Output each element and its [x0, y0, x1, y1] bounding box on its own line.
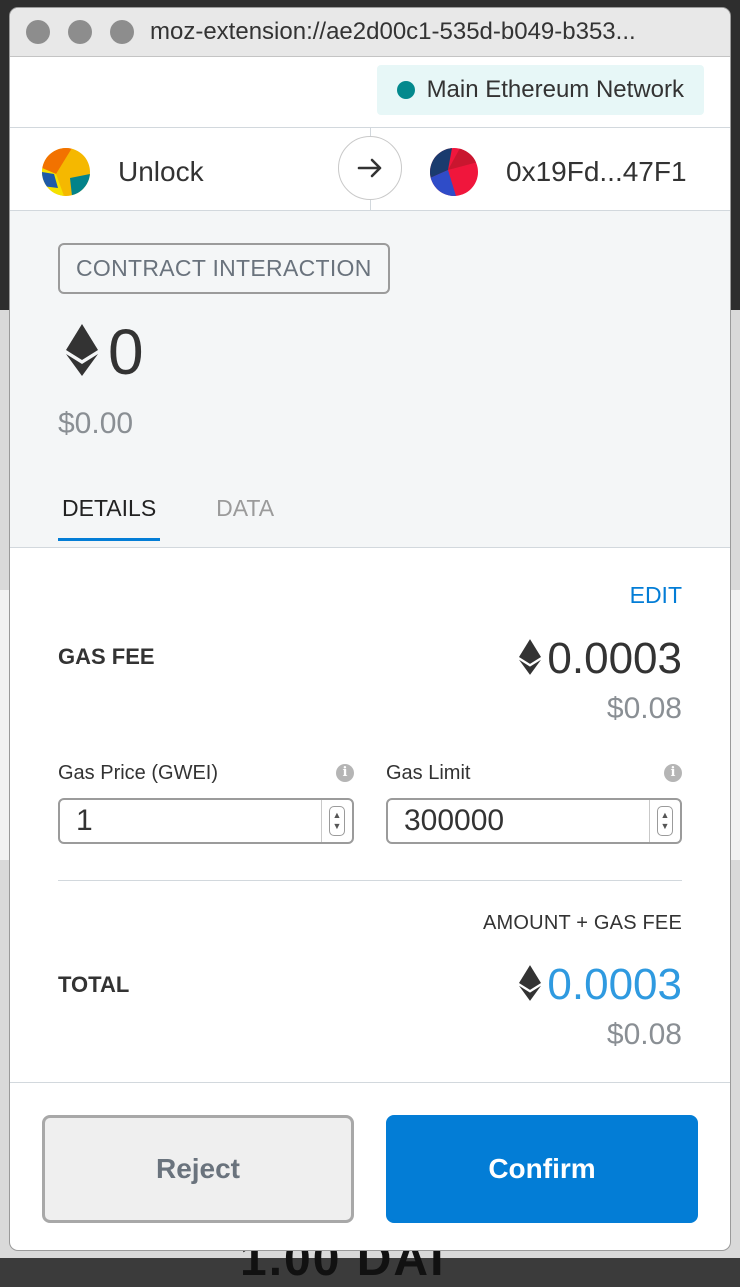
window-url: moz-extension://ae2d00c1-535d-b049-b353.… [150, 18, 636, 45]
gas-fee-eth-value: 0.0003 [547, 634, 682, 683]
tab-data[interactable]: DATA [216, 495, 274, 541]
ethereum-icon [519, 638, 542, 680]
eth-amount: 0 [66, 315, 144, 389]
info-icon[interactable]: i [336, 764, 354, 782]
recipient-identicon [430, 148, 478, 196]
gas-price-stepper[interactable]: ▲ ▼ [321, 800, 352, 842]
total-fiat: $0.08 [606, 1018, 682, 1051]
arrow-right-icon [338, 136, 402, 200]
tab-bar: DETAILS DATA [58, 495, 330, 541]
gas-fee-fiat: $0.08 [606, 692, 682, 725]
gas-fee-eth: 0.0003 [519, 634, 682, 684]
total-label: TOTAL [58, 972, 130, 997]
total-eth: 0.0003 [519, 960, 682, 1010]
sender-name: Unlock [118, 156, 204, 187]
gas-limit-value: 300000 [404, 804, 505, 837]
title-bar: moz-extension://ae2d00c1-535d-b049-b353.… [10, 8, 730, 57]
metamask-popup-window: moz-extension://ae2d00c1-535d-b049-b353.… [10, 8, 730, 1250]
sender-to-recipient: Unlock 0x19Fd...47F1 [10, 127, 730, 211]
ethereum-icon [519, 964, 542, 1006]
gas-limit-label: Gas Limit [386, 762, 471, 784]
recipient-address: 0x19Fd...47F1 [506, 156, 687, 187]
transaction-summary: CONTRACT INTERACTION 0 $0.00 DETAILS DAT… [10, 211, 730, 548]
sender-from[interactable]: Unlock [42, 148, 204, 196]
confirm-button[interactable]: Confirm [386, 1115, 698, 1223]
transaction-action-badge: CONTRACT INTERACTION [58, 243, 390, 294]
edit-gas-link[interactable]: EDIT [630, 582, 682, 609]
network-indicator[interactable]: Main Ethereum Network [376, 65, 704, 115]
gas-fee-label: GAS FEE [58, 644, 155, 669]
sender-identicon [42, 148, 90, 196]
info-icon[interactable]: i [664, 764, 682, 782]
up-down-chevron-icon: ▲ ▼ [329, 806, 345, 836]
network-label: Main Ethereum Network [426, 76, 684, 103]
gas-price-input[interactable]: 1 ▲ ▼ [58, 798, 354, 844]
amount-plus-gas-label: AMOUNT + GAS FEE [483, 912, 682, 934]
total-eth-value: 0.0003 [547, 960, 682, 1009]
tab-details[interactable]: DETAILS [58, 495, 161, 541]
gas-price-value: 1 [76, 804, 93, 837]
ethereum-icon [66, 323, 98, 381]
network-status-dot [396, 81, 415, 99]
gas-limit-stepper[interactable]: ▲ ▼ [649, 800, 680, 842]
fiat-amount: $0.00 [58, 407, 134, 440]
divider [58, 880, 682, 881]
zoom-window-button[interactable] [110, 20, 134, 44]
close-window-button[interactable] [26, 20, 50, 44]
footer: Reject Confirm [10, 1082, 730, 1250]
eth-amount-value: 0 [108, 316, 144, 388]
minimize-window-button[interactable] [68, 20, 92, 44]
gas-limit-input[interactable]: 300000 ▲ ▼ [386, 798, 682, 844]
network-row: Main Ethereum Network [10, 57, 730, 127]
window-controls [26, 20, 134, 44]
details-panel: EDIT GAS FEE 0.0003 $0.08 Gas Price (GWE… [10, 548, 730, 1084]
up-down-chevron-icon: ▲ ▼ [657, 806, 673, 836]
recipient[interactable]: 0x19Fd...47F1 [430, 148, 687, 196]
reject-button[interactable]: Reject [42, 1115, 354, 1223]
gas-price-label: Gas Price (GWEI) [58, 762, 219, 784]
